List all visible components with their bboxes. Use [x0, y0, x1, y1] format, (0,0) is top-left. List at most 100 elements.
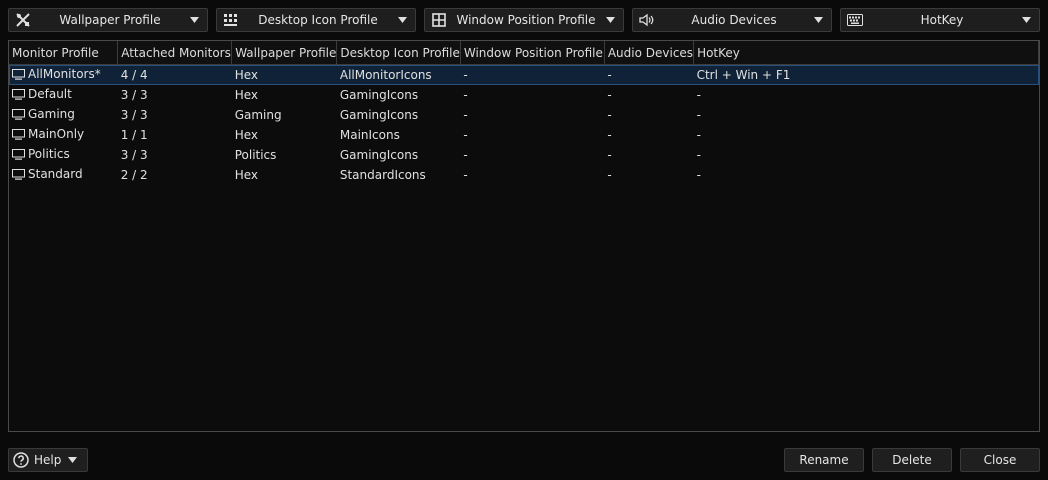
- wallpaper-profile-dropdown[interactable]: Wallpaper Profile: [8, 8, 208, 32]
- cell-text: AllMonitorIcons: [339, 68, 432, 82]
- cell-monitor-profile: Default: [9, 85, 118, 105]
- column-header-hotkey[interactable]: HotKey: [693, 41, 1039, 65]
- chevron-down-icon: [603, 17, 617, 23]
- cell-attached-monitors: 3 / 3: [118, 85, 232, 105]
- cell-text: -: [607, 68, 612, 82]
- chevron-down-icon: [187, 17, 201, 23]
- monitor-icon: [12, 129, 25, 143]
- cell-attached-monitors: 1 / 1: [118, 125, 232, 145]
- cell-attached-monitors: 3 / 3: [118, 145, 232, 165]
- column-header-attached-monitors[interactable]: Attached Monitors: [117, 41, 233, 65]
- desktop-icon-profile-dropdown[interactable]: Desktop Icon Profile: [216, 8, 416, 32]
- cell-text: Hex: [234, 88, 258, 102]
- table-row[interactable]: Politics 3 / 3 Politics GamingIcons - - -: [9, 145, 1039, 165]
- cell-text: -: [607, 168, 612, 182]
- table-row[interactable]: Standard 2 / 2 Hex StandardIcons - - -: [9, 165, 1039, 185]
- cell-text: 3 / 3: [120, 88, 148, 102]
- column-header-window-position-profile[interactable]: Window Position Profile: [460, 41, 605, 65]
- cell-wallpaper-profile: Hex: [231, 64, 337, 85]
- monitor-icon: [12, 109, 25, 123]
- cell-text: -: [463, 148, 468, 162]
- help-label: Help: [34, 453, 62, 467]
- cell-text: 4 / 4: [120, 68, 148, 82]
- cell-text: Standard: [28, 167, 83, 181]
- cell-hotkey: -: [694, 105, 1039, 125]
- cell-text: 2 / 2: [120, 168, 148, 182]
- column-header-audio-devices[interactable]: Audio Devices: [604, 41, 695, 65]
- cell-text: GamingIcons: [339, 148, 419, 162]
- column-header-desktop-icon-profile[interactable]: Desktop Icon Profile: [336, 41, 461, 65]
- cell-text: -: [696, 168, 701, 182]
- cell-desktop-icon-profile: GamingIcons: [337, 145, 461, 165]
- cell-text: -: [463, 128, 468, 142]
- window-position-profile-dropdown[interactable]: Window Position Profile: [424, 8, 624, 32]
- cell-audio-devices: -: [604, 85, 693, 105]
- cell-attached-monitors: 3 / 3: [118, 105, 232, 125]
- cell-text: Hex: [234, 168, 258, 182]
- cell-monitor-profile: Gaming: [9, 105, 118, 125]
- table-row[interactable]: MainOnly 1 / 1 Hex MainIcons - - -: [9, 125, 1039, 145]
- dropdown-label: Wallpaper Profile: [59, 13, 161, 27]
- cell-window-position-profile: -: [460, 85, 604, 105]
- profile-toolbar: Wallpaper Profile Desktop Icon Profile W…: [0, 0, 1048, 40]
- cell-text: Default: [28, 87, 72, 101]
- cell-hotkey: Ctrl + Win + F1: [693, 64, 1039, 85]
- cell-text: -: [607, 108, 612, 122]
- dropdown-label: HotKey: [920, 13, 964, 27]
- help-icon: [13, 452, 29, 468]
- speaker-icon: [637, 10, 657, 30]
- cell-text: Hex: [234, 128, 258, 142]
- column-header-wallpaper-profile[interactable]: Wallpaper Profile: [231, 41, 338, 65]
- close-button[interactable]: Close: [960, 448, 1040, 472]
- audio-devices-dropdown[interactable]: Audio Devices: [632, 8, 832, 32]
- cell-wallpaper-profile: Hex: [232, 125, 337, 145]
- desktop-icons-icon: [221, 10, 241, 30]
- cell-desktop-icon-profile: GamingIcons: [337, 85, 461, 105]
- chevron-down-icon: [811, 17, 825, 23]
- cell-monitor-profile: Politics: [9, 145, 118, 165]
- cell-wallpaper-profile: Hex: [232, 165, 337, 185]
- cell-text: -: [696, 148, 701, 162]
- cell-window-position-profile: -: [460, 165, 604, 185]
- cell-text: -: [607, 148, 612, 162]
- cell-monitor-profile: Standard: [9, 165, 118, 185]
- monitor-icon: [12, 169, 25, 183]
- cell-text: StandardIcons: [339, 168, 426, 182]
- cell-text: GamingIcons: [339, 88, 419, 102]
- table-row[interactable]: AllMonitors* 4 / 4 Hex AllMonitorIcons - - Ctr…: [9, 64, 1039, 85]
- table-row[interactable]: Default 3 / 3 Hex GamingIcons - - -: [9, 85, 1039, 105]
- monitor-icon: [12, 89, 25, 103]
- cell-audio-devices: -: [604, 105, 693, 125]
- cell-window-position-profile: -: [460, 64, 605, 85]
- cell-audio-devices: -: [604, 64, 694, 85]
- cell-text: -: [607, 88, 612, 102]
- cell-text: Politics: [28, 147, 70, 161]
- cell-attached-monitors: 2 / 2: [118, 165, 232, 185]
- cell-window-position-profile: -: [460, 105, 604, 125]
- rename-button[interactable]: Rename: [784, 448, 864, 472]
- cell-audio-devices: -: [604, 145, 693, 165]
- cell-desktop-icon-profile: StandardIcons: [337, 165, 461, 185]
- cell-desktop-icon-profile: MainIcons: [337, 125, 461, 145]
- cell-monitor-profile: MainOnly: [9, 125, 118, 145]
- help-dropdown-button[interactable]: Help: [8, 448, 88, 472]
- column-header-monitor-profile[interactable]: Monitor Profile: [9, 41, 119, 65]
- cell-window-position-profile: -: [460, 145, 604, 165]
- cell-text: 1 / 1: [120, 128, 148, 142]
- cell-text: Hex: [234, 68, 258, 82]
- monitor-icon: [12, 149, 25, 163]
- monitor-profile-table[interactable]: Monitor Profile Attached Monitors Wallpa…: [8, 40, 1040, 432]
- cell-text: Ctrl + Win + F1: [696, 68, 791, 82]
- table-row[interactable]: Gaming 3 / 3 Gaming GamingIcons - - -: [9, 105, 1039, 125]
- cell-desktop-icon-profile: AllMonitorIcons: [336, 64, 461, 85]
- chevron-down-icon: [68, 457, 78, 463]
- hotkey-dropdown[interactable]: HotKey: [840, 8, 1040, 32]
- cell-text: MainIcons: [339, 128, 400, 142]
- chevron-down-icon: [1019, 17, 1033, 23]
- cell-text: -: [463, 88, 468, 102]
- delete-button[interactable]: Delete: [872, 448, 952, 472]
- table-header: Monitor Profile Attached Monitors Wallpa…: [9, 41, 1039, 65]
- cell-text: -: [463, 68, 468, 82]
- wallpaper-icon: [13, 10, 33, 30]
- dropdown-label: Desktop Icon Profile: [258, 13, 378, 27]
